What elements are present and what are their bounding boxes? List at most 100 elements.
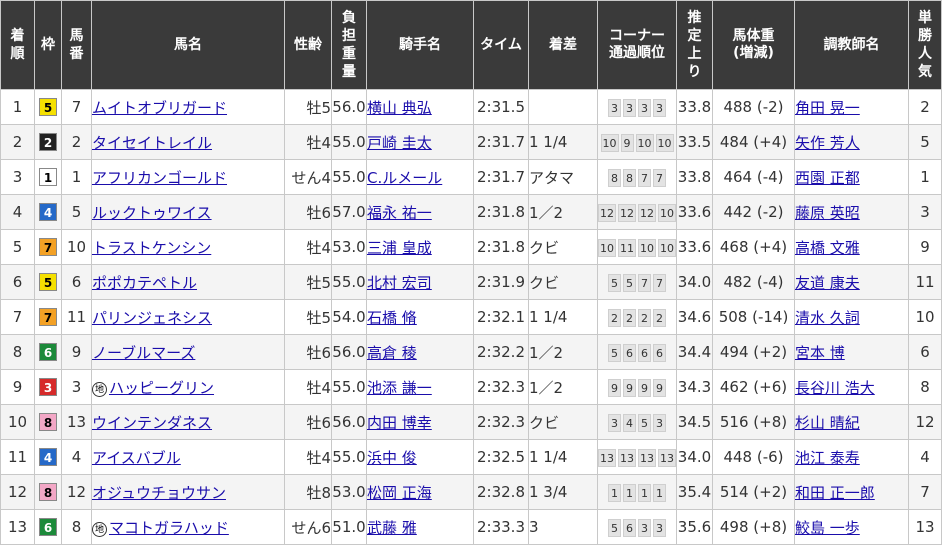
time-cell: 2:31.5 [473,89,529,125]
corner-position: 8 [623,168,636,187]
body-weight-cell: 464 (-4) [712,159,795,195]
trainer-link[interactable]: 和田 正一郎 [796,484,875,502]
trainer-link[interactable]: 藤原 英昭 [796,204,860,222]
corner-cell: 5633 [597,509,677,545]
sexage-cell: 牡8 [284,474,332,510]
waku-badge: 8 [39,483,57,501]
trainer-cell: 高橋 文雅 [794,229,909,265]
corner-position: 4 [623,413,636,432]
trainer-cell: 長谷川 浩大 [794,369,909,405]
time-cell: 2:31.8 [473,229,529,265]
weight-cell: 55.0 [331,124,367,160]
corner-position: 2 [608,308,621,327]
body-weight-cell: 462 (+6) [712,369,795,405]
jockey-cell: 三浦 皇成 [366,229,474,265]
popularity-cell: 6 [908,334,942,370]
trainer-link[interactable]: 西園 正都 [796,169,860,187]
corner-position: 6 [623,343,636,362]
rank-cell: 8 [0,334,35,370]
jockey-link[interactable]: 福永 祐一 [368,204,432,222]
jockey-link[interactable]: 北村 宏司 [368,274,432,292]
jockey-cell: 福永 祐一 [366,194,474,230]
corner-cell: 3333 [597,89,677,125]
horse-cell: 地ハッピーグリン [91,369,285,405]
time-cell: 2:32.3 [473,369,529,405]
body-weight-cell: 468 (+4) [712,229,795,265]
header-body: 馬体重 (増減) [712,0,795,90]
horse-name-link[interactable]: ポポカテペトル [93,274,198,292]
horse-name-link[interactable]: パリンジェネシス [93,309,213,327]
time-cell: 2:31.7 [473,124,529,160]
umaban-cell: 4 [61,439,92,475]
last3f-cell: 34.0 [676,264,713,300]
rank-cell: 13 [0,509,35,545]
trainer-link[interactable]: 宮本 博 [796,344,845,362]
waku-cell: 7 [34,299,62,335]
horse-name-link[interactable]: ムイトオブリガード [93,99,228,117]
last3f-cell: 33.5 [676,124,713,160]
jockey-link[interactable]: 石橋 脩 [368,309,417,327]
corner-positions: 10 9 10 10 [600,133,674,152]
jockey-link[interactable]: 高倉 稜 [368,344,417,362]
jockey-link[interactable]: 武藤 雅 [368,519,417,537]
trainer-link[interactable]: 長谷川 浩大 [796,379,875,397]
time-cell: 2:32.3 [473,404,529,440]
horse-name-link[interactable]: アイスバブル [93,449,181,467]
jockey-link[interactable]: 横山 典弘 [368,99,432,117]
jockey-cell: 武藤 雅 [366,509,474,545]
horse-name-link[interactable]: ハッピーグリン [109,379,214,397]
corner-position: 1 [608,483,621,502]
trainer-link[interactable]: 清水 久詞 [796,309,860,327]
horse-name-link[interactable]: ノーブルマーズ [93,344,196,362]
corner-cell: 9999 [597,369,677,405]
jockey-link[interactable]: 戸崎 圭太 [368,134,432,152]
time-cell: 2:32.1 [473,299,529,335]
margin-cell: アタマ [528,159,598,195]
waku-badge: 7 [39,238,57,256]
corner-position: 5 [608,518,621,537]
weight-cell: 53.0 [331,229,367,265]
jockey-link[interactable]: 池添 謙一 [368,379,432,397]
waku-cell: 7 [34,229,62,265]
jockey-link[interactable]: C.ルメール [368,169,443,187]
corner-position: 2 [638,308,651,327]
trainer-link[interactable]: 池江 泰寿 [796,449,860,467]
trainer-link[interactable]: 鮫島 一歩 [796,519,860,537]
weight-cell: 54.0 [331,299,367,335]
body-weight-cell: 484 (+4) [712,124,795,160]
trainer-link[interactable]: 友道 康夫 [796,274,860,292]
trainer-link[interactable]: 矢作 芳人 [796,134,860,152]
trainer-link[interactable]: 高橋 文雅 [796,239,860,257]
jockey-link[interactable]: 浜中 俊 [368,449,417,467]
horse-name-link[interactable]: ルックトゥワイス [93,204,212,222]
umaban-cell: 1 [61,159,92,195]
local-horse-mark: 地 [92,381,107,397]
table-row: 4 4 5 ルックトゥワイス 牡6 57.0 福永 祐一 2:31.8 1／2 … [0,194,942,230]
waku-badge: 4 [39,203,57,221]
body-weight-cell: 494 (+2) [712,334,795,370]
trainer-link[interactable]: 杉山 晴紀 [796,414,860,432]
last3f-cell: 34.5 [676,404,713,440]
horse-name-link[interactable]: トラストケンシン [93,239,212,257]
body-weight-cell: 488 (-2) [712,89,795,125]
trainer-cell: 和田 正一郎 [794,474,909,510]
jockey-link[interactable]: 松岡 正海 [368,484,432,502]
corner-cell: 8877 [597,159,677,195]
time-cell: 2:32.2 [473,334,529,370]
horse-name-link[interactable]: ウインテンダネス [93,414,213,432]
corner-cell: 1111 [597,474,677,510]
table-row: 10 8 13 ウインテンダネス 牡6 56.0 内田 博幸 2:32.3 クビ… [0,404,942,440]
corner-cell: 10 11 10 10 [597,229,677,265]
horse-name-link[interactable]: タイセイトレイル [93,134,213,152]
jockey-link[interactable]: 三浦 皇成 [368,239,432,257]
horse-name-link[interactable]: オジュウチョウサン [93,484,226,502]
horse-name-link[interactable]: アフリカンゴールド [93,169,228,187]
jockey-link[interactable]: 内田 博幸 [368,414,432,432]
trainer-link[interactable]: 角田 晃一 [796,99,860,117]
margin-cell: 1／2 [528,334,598,370]
corner-position: 7 [653,168,666,187]
horse-name-link[interactable]: マコトガラハッド [109,519,229,537]
corner-positions: 13 13 13 13 [598,448,676,467]
waku-cell: 4 [34,439,62,475]
corner-positions: 3453 [608,413,666,432]
